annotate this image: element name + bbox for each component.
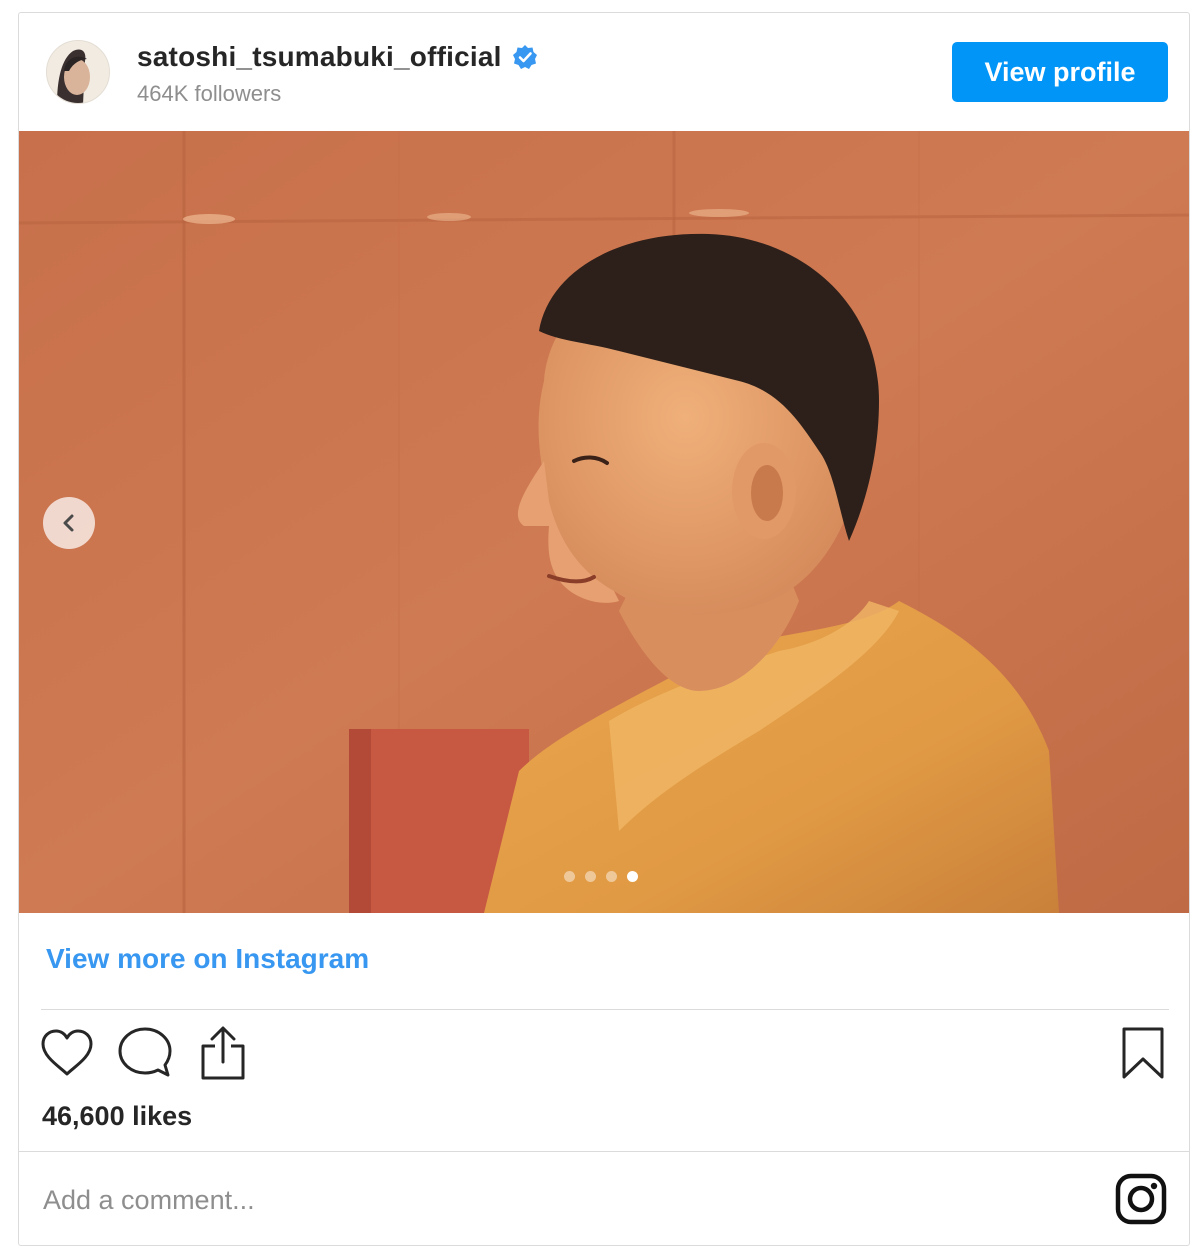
heart-icon — [41, 1029, 93, 1076]
avatar-image — [47, 41, 109, 103]
action-bar — [39, 1025, 251, 1081]
instagram-glyph-icon — [1115, 1173, 1167, 1225]
view-more-on-instagram-link[interactable]: View more on Instagram — [46, 943, 369, 975]
carousel-dot — [564, 871, 575, 882]
carousel-dot-active — [627, 871, 638, 882]
post-photo[interactable] — [19, 131, 1189, 913]
chevron-left-icon — [63, 514, 74, 532]
divider — [41, 1009, 1169, 1010]
like-button[interactable] — [39, 1025, 95, 1081]
comment-input[interactable] — [41, 1173, 1045, 1227]
username[interactable]: satoshi_tsumabuki_official — [137, 41, 502, 73]
instagram-logo-link[interactable] — [1115, 1173, 1167, 1225]
share-upload-icon — [201, 1026, 245, 1080]
verified-badge-icon — [512, 44, 538, 70]
carousel-dot — [585, 871, 596, 882]
comment-button[interactable] — [117, 1025, 173, 1081]
save-button[interactable] — [1115, 1025, 1171, 1081]
carousel-prev-button[interactable] — [43, 497, 95, 549]
avatar[interactable] — [46, 40, 110, 104]
carousel-dot — [606, 871, 617, 882]
like-count: 46,600 likes — [42, 1101, 193, 1131]
follower-count: 464K followers — [137, 81, 282, 106]
divider — [19, 1151, 1189, 1152]
bookmark-icon — [1122, 1027, 1164, 1079]
view-profile-button[interactable]: View profile — [952, 42, 1168, 102]
share-button[interactable] — [195, 1025, 251, 1081]
carousel-indicator — [564, 871, 638, 882]
comment-bubble-icon — [118, 1027, 172, 1077]
instagram-embed-card: satoshi_tsumabuki_official 464K follower… — [18, 12, 1190, 1246]
post-header: satoshi_tsumabuki_official 464K follower… — [19, 13, 1189, 131]
username-row: satoshi_tsumabuki_official — [137, 41, 538, 73]
post-image — [19, 131, 1189, 913]
